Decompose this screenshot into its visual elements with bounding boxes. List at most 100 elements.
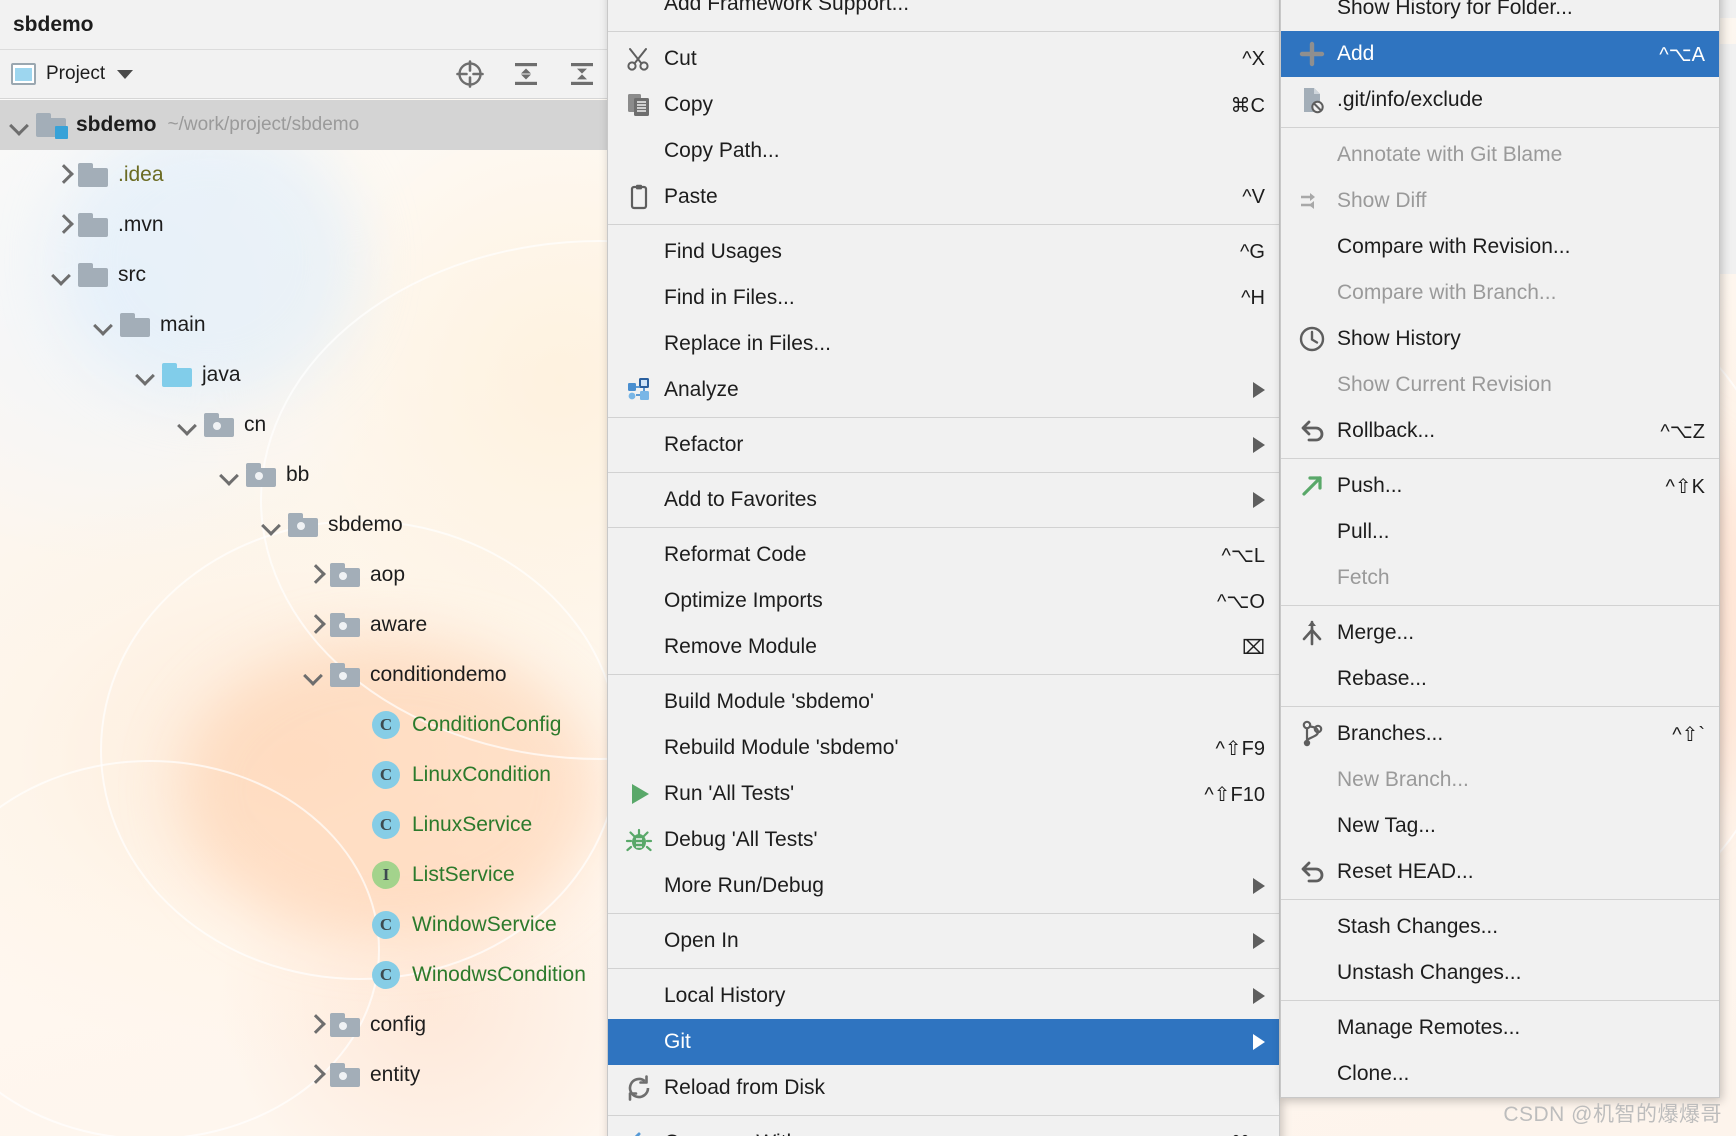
expand-all-icon[interactable]: [511, 59, 541, 89]
tree-row[interactable]: config: [0, 1000, 607, 1050]
tree-row[interactable]: conditiondemo: [0, 650, 607, 700]
chevron-down-icon[interactable]: [50, 263, 74, 287]
package-icon: [330, 1063, 360, 1087]
menu-item[interactable]: Open In: [608, 918, 1279, 964]
tree-row[interactable]: aop: [0, 550, 607, 600]
menu-item[interactable]: Show History: [1281, 316, 1719, 362]
menu-separator: [608, 224, 1279, 225]
menu-item[interactable]: Add^⌥A: [1281, 31, 1719, 77]
menu-item[interactable]: Replace in Files...: [608, 321, 1279, 367]
menu-item-label: Find in Files...: [664, 286, 1215, 310]
tree-row[interactable]: CWinodwsCondition: [0, 950, 607, 1000]
tree-row[interactable]: src: [0, 250, 607, 300]
menu-item[interactable]: Remove Module⌧: [608, 624, 1279, 670]
menu-item[interactable]: Refactor: [608, 422, 1279, 468]
menu-item[interactable]: Reset HEAD...: [1281, 849, 1719, 895]
tab-project[interactable]: Project: [11, 63, 133, 85]
tree-row[interactable]: sbdemo: [0, 500, 607, 550]
menu-item[interactable]: Paste^V: [608, 174, 1279, 220]
chevron-right-icon[interactable]: [302, 1063, 326, 1087]
project-tree[interactable]: sbdemo~/work/project/sbdemo.idea .mvn srcm…: [0, 100, 607, 1100]
tree-row-label: sbdemo: [76, 113, 157, 137]
chevron-down-icon[interactable]: [92, 313, 116, 337]
menu-item[interactable]: Cut^X: [608, 36, 1279, 82]
git-submenu[interactable]: Show History for Folder...Add^⌥A .git/inf…: [1280, 0, 1720, 1098]
tree-row-label: cn: [244, 413, 266, 437]
chevron-down-icon[interactable]: [260, 513, 284, 537]
context-menu[interactable]: Add Framework Support... Cut^XCopy⌘CCopy …: [607, 0, 1280, 1136]
tree-row[interactable]: CConditionConfig: [0, 700, 607, 750]
chevron-right-icon[interactable]: [302, 1013, 326, 1037]
menu-item[interactable]: Find in Files...^H: [608, 275, 1279, 321]
menu-item[interactable]: Rebase...: [1281, 656, 1719, 702]
chevron-down-icon[interactable]: [218, 463, 242, 487]
menu-item[interactable]: Debug 'All Tests': [608, 817, 1279, 863]
menu-item[interactable]: Copy⌘C: [608, 82, 1279, 128]
tree-spacer: [344, 813, 368, 837]
menu-item[interactable]: Push...^⇧K: [1281, 463, 1719, 509]
tree-row[interactable]: CLinuxCondition: [0, 750, 607, 800]
menu-item[interactable]: Optimize Imports^⌥O: [608, 578, 1279, 624]
tree-row[interactable]: CWindowService: [0, 900, 607, 950]
menu-item[interactable]: Unstash Changes...: [1281, 950, 1719, 996]
tree-row[interactable]: CLinuxService: [0, 800, 607, 850]
menu-item[interactable]: Clone...: [1281, 1051, 1719, 1097]
menu-item[interactable]: Build Module 'sbdemo': [608, 679, 1279, 725]
menu-item[interactable]: Reload from Disk: [608, 1065, 1279, 1111]
menu-item[interactable]: Compare with Revision...: [1281, 224, 1719, 270]
menu-item-shortcut: ^V: [1242, 186, 1265, 209]
select-opened-file-icon[interactable]: [455, 59, 485, 89]
tree-row[interactable]: IListService: [0, 850, 607, 900]
chevron-right-icon[interactable]: [302, 563, 326, 587]
menu-item[interactable]: Compare With...⌘D: [608, 1120, 1279, 1136]
menu-item[interactable]: Manage Remotes...: [1281, 1005, 1719, 1051]
chevron-down-icon[interactable]: [302, 663, 326, 687]
menu-item[interactable]: Stash Changes...: [1281, 904, 1719, 950]
menu-item[interactable]: Rebuild Module 'sbdemo'^⇧F9: [608, 725, 1279, 771]
menu-item-label: .git/info/exclude: [1337, 88, 1705, 112]
chevron-right-icon[interactable]: [302, 613, 326, 637]
menu-separator: [608, 472, 1279, 473]
tree-spacer: [344, 963, 368, 987]
chevron-down-icon[interactable]: [134, 363, 158, 387]
run-icon: [622, 779, 656, 809]
menu-item: Show Current Revision: [1281, 362, 1719, 408]
submenu-arrow-icon: [1253, 1034, 1265, 1050]
menu-item[interactable]: Reformat Code^⌥L: [608, 532, 1279, 578]
menu-item[interactable]: Run 'All Tests'^⇧F10: [608, 771, 1279, 817]
chevron-down-icon[interactable]: [117, 70, 133, 79]
tree-row[interactable]: main: [0, 300, 607, 350]
tree-row[interactable]: aware: [0, 600, 607, 650]
menu-item[interactable]: Git: [608, 1019, 1279, 1065]
chevron-right-icon[interactable]: [50, 213, 74, 237]
menu-item[interactable]: Rollback...^⌥Z: [1281, 408, 1719, 454]
menu-item[interactable]: .git/info/exclude: [1281, 77, 1719, 123]
menu-item[interactable]: Find Usages^G: [608, 229, 1279, 275]
tree-row[interactable]: sbdemo~/work/project/sbdemo: [0, 100, 607, 150]
menu-item[interactable]: Show History for Folder...: [1281, 0, 1719, 31]
menu-separator: [1281, 458, 1719, 459]
menu-item[interactable]: Branches...^⇧`: [1281, 711, 1719, 757]
chevron-down-icon[interactable]: [176, 413, 200, 437]
menu-item[interactable]: New Tag...: [1281, 803, 1719, 849]
menu-item[interactable]: Analyze: [608, 367, 1279, 413]
chevron-right-icon[interactable]: [50, 163, 74, 187]
tree-row-label: .mvn: [118, 213, 164, 237]
toolbar-actions: [455, 59, 597, 89]
chevron-down-icon[interactable]: [8, 113, 32, 137]
menu-item[interactable]: More Run/Debug: [608, 863, 1279, 909]
menu-item-label: Reset HEAD...: [1337, 860, 1705, 884]
collapse-all-icon[interactable]: [567, 59, 597, 89]
menu-item[interactable]: Pull...: [1281, 509, 1719, 555]
tree-row[interactable]: java: [0, 350, 607, 400]
menu-item[interactable]: Local History: [608, 973, 1279, 1019]
tree-row[interactable]: entity: [0, 1050, 607, 1100]
menu-item[interactable]: Copy Path...: [608, 128, 1279, 174]
menu-item[interactable]: Merge...: [1281, 610, 1719, 656]
tree-row[interactable]: .idea: [0, 150, 607, 200]
menu-item[interactable]: Add Framework Support...: [608, 0, 1279, 27]
tree-row[interactable]: cn: [0, 400, 607, 450]
tree-row[interactable]: .mvn: [0, 200, 607, 250]
tree-row[interactable]: bb: [0, 450, 607, 500]
menu-item[interactable]: Add to Favorites: [608, 477, 1279, 523]
